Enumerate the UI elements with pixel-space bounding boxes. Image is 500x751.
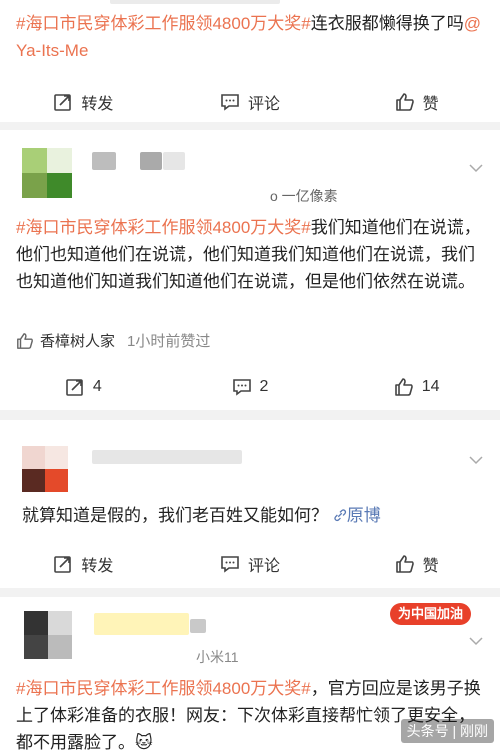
username-blur: [140, 152, 162, 170]
thumbs-up-icon: [394, 378, 413, 396]
repost-icon: [54, 556, 72, 573]
post-3: 就算知道是假的，我们老百姓又能如何？ 原博 转发 评论 赞: [0, 420, 500, 588]
avatar[interactable]: [22, 148, 72, 198]
topic-link[interactable]: #海口市民穿体彩工作服领4800万大奖#: [16, 14, 311, 33]
username-blur: [92, 450, 242, 464]
comment-count: 2: [259, 378, 269, 395]
liked-time: 1小时前赞过: [127, 333, 211, 350]
topic-link[interactable]: #海口市民穿体彩工作服领4800万大奖#: [16, 218, 311, 237]
source-link[interactable]: 原博: [333, 506, 381, 525]
avatar[interactable]: [22, 446, 68, 492]
username-blur: [94, 613, 189, 635]
watermark: 头条号 | 刚刚: [400, 719, 494, 743]
repost-button[interactable]: 转发: [0, 80, 167, 124]
repost-label: 转发: [81, 558, 114, 575]
post-4: 小米11 为中国加油 #海口市民穿体彩工作服领4800万大奖#，官方回应是该男子…: [0, 597, 500, 751]
comment-button[interactable]: 评论: [167, 80, 334, 124]
comment-icon: [221, 94, 239, 111]
avatar[interactable]: [24, 611, 72, 659]
thumbs-up-icon: [17, 332, 33, 349]
repost-icon: [54, 94, 72, 111]
post-3-action-bar: 转发 评论 赞: [0, 542, 500, 586]
chevron-down-icon[interactable]: [468, 160, 484, 176]
post-2: o 一亿像素 #海口市民穿体彩工作服领4800万大奖#我们知道他们在说谎，他们也…: [0, 130, 500, 410]
repost-icon: [66, 379, 83, 396]
comment-button[interactable]: 2: [167, 365, 334, 409]
like-button[interactable]: 赞: [333, 542, 500, 586]
device-label: 小米11: [196, 649, 239, 665]
like-label: 赞: [422, 96, 439, 113]
post-1-text: #海口市民穿体彩工作服领4800万大奖#连衣服都懒得换了吗@Ya-Its-Me: [0, 10, 500, 64]
post-meta: o 一亿像素: [270, 188, 338, 204]
thumbs-up-icon: [395, 555, 414, 573]
link-icon: [334, 509, 346, 522]
repost-button[interactable]: 4: [0, 365, 167, 409]
chevron-down-icon[interactable]: [468, 452, 484, 468]
repost-label: 转发: [81, 96, 114, 113]
post-1: #海口市民穿体彩工作服领4800万大奖#连衣服都懒得换了吗@Ya-Its-Me …: [0, 0, 500, 122]
post-3-text: 就算知道是假的，我们老百姓又能如何？ 原博: [22, 502, 482, 529]
post-3-body: 就算知道是假的，我们老百姓又能如何？: [22, 506, 328, 525]
like-label: 赞: [422, 558, 439, 575]
cat-emoji-icon: 🐱: [135, 733, 153, 751]
post-1-text-tail: 连衣服都懒得换了吗: [310, 14, 464, 33]
like-count: 14: [421, 378, 440, 395]
cut-header-blur: [110, 0, 280, 4]
watermark-name: 刚刚: [460, 723, 488, 739]
comment-icon: [232, 379, 251, 396]
username-blur: [190, 619, 206, 633]
source-link-label: 原博: [346, 506, 381, 525]
like-button[interactable]: 赞: [333, 80, 500, 124]
repost-button[interactable]: 转发: [0, 542, 167, 586]
comment-button[interactable]: 评论: [167, 542, 334, 586]
chevron-down-icon[interactable]: [468, 633, 484, 649]
comment-label: 评论: [248, 558, 281, 575]
post-1-action-bar: 转发 评论 赞: [0, 80, 500, 124]
watermark-label: 头条号: [406, 723, 449, 739]
liked-by-name[interactable]: 香樟树人家: [40, 330, 115, 351]
comment-label: 评论: [248, 96, 281, 113]
repost-count: 4: [92, 378, 102, 395]
liked-by-line: 香樟树人家 1小时前赞过: [16, 330, 210, 351]
post-2-action-bar: 4 2 14: [0, 365, 500, 409]
username-blur: [163, 152, 185, 170]
username-blur: [92, 152, 116, 170]
thumbs-up-icon: [395, 93, 414, 111]
topic-link[interactable]: #海口市民穿体彩工作服领4800万大奖#: [16, 679, 311, 698]
post-2-text: #海口市民穿体彩工作服领4800万大奖#我们知道他们在说谎，他们也知道他们在说谎…: [0, 214, 500, 295]
badge: 为中国加油: [390, 603, 472, 625]
comment-icon: [221, 556, 239, 573]
like-button[interactable]: 14: [333, 365, 500, 409]
